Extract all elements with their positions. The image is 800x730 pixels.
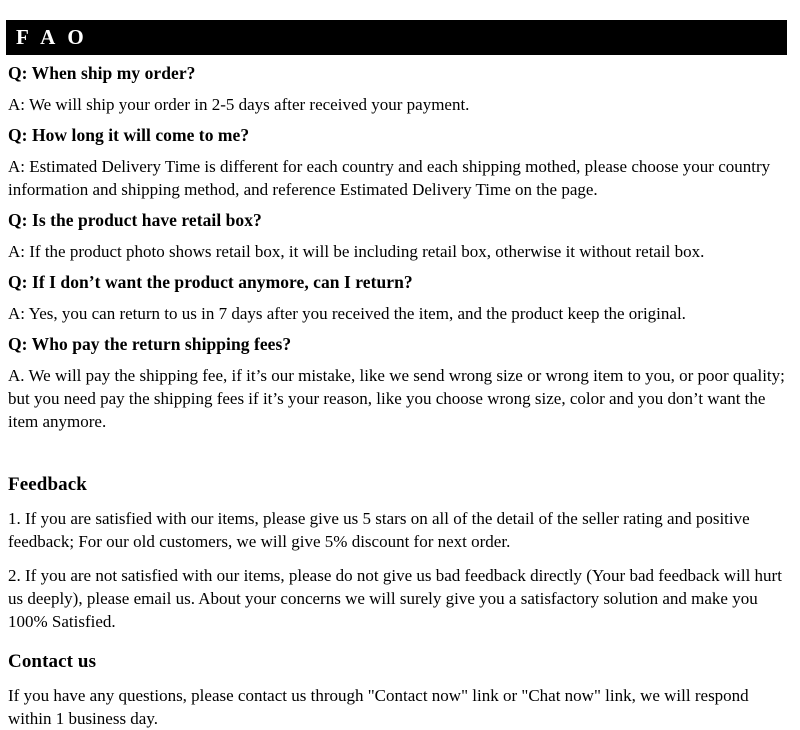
page-title: F A O (16, 25, 88, 49)
faq-item: Q: How long it will come to me? A: Estim… (8, 125, 792, 201)
faq-page: F A O Q: When ship my order? A: We will … (0, 0, 800, 728)
contact-body: If you have any questions, please contac… (8, 686, 749, 728)
feedback-item-2: 2. If you are not satisfied with our ite… (8, 566, 782, 631)
faq-question: Q: When ship my order? (8, 63, 196, 83)
faq-content: Q: When ship my order? A: We will ship y… (8, 63, 792, 730)
feedback-section: Feedback 1. If you are satisfied with ou… (8, 474, 792, 633)
faq-question: Q: If I don’t want the product anymore, … (8, 272, 413, 292)
faq-question: Q: How long it will come to me? (8, 125, 250, 145)
faq-answer: A: If the product photo shows retail box… (8, 242, 705, 261)
faq-item: Q: If I don’t want the product anymore, … (8, 272, 792, 325)
contact-heading: Contact us (8, 651, 97, 672)
faq-item: Q: When ship my order? A: We will ship y… (8, 63, 792, 116)
faq-title-bar: F A O (6, 20, 787, 55)
faq-answer: A: Yes, you can return to us in 7 days a… (8, 304, 686, 323)
feedback-item-1: 1. If you are satisfied with our items, … (8, 509, 750, 551)
faq-answer: A. We will pay the shipping fee, if it’s… (8, 366, 785, 431)
faq-answer: A: Estimated Delivery Time is different … (8, 157, 771, 199)
faq-question: Q: Who pay the return shipping fees? (8, 334, 292, 354)
faq-question: Q: Is the product have retail box? (8, 210, 262, 230)
faq-item: Q: Is the product have retail box? A: If… (8, 210, 792, 263)
contact-section: Contact us If you have any questions, pl… (8, 651, 792, 730)
faq-item: Q: Who pay the return shipping fees? A. … (8, 334, 792, 433)
faq-answer: A: We will ship your order in 2-5 days a… (8, 95, 470, 114)
feedback-heading: Feedback (8, 474, 87, 495)
